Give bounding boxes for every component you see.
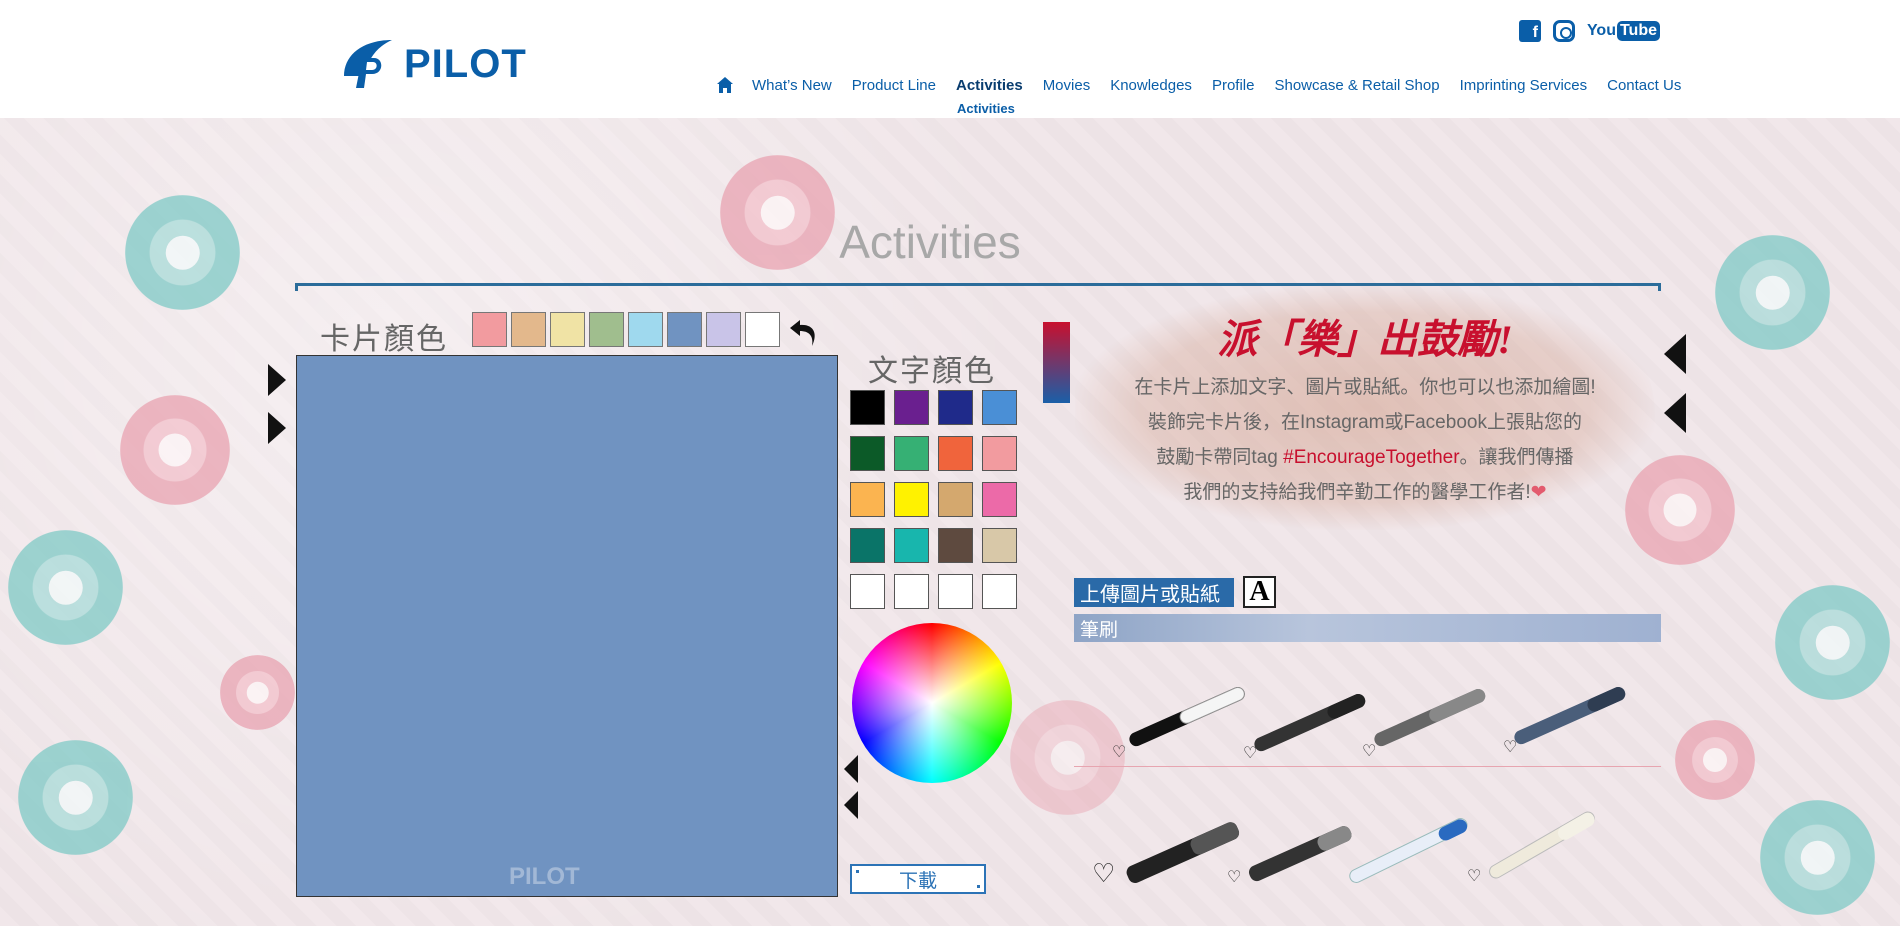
- text-color-swatch[interactable]: [938, 574, 973, 609]
- text-color-swatch[interactable]: [982, 528, 1017, 563]
- encourage-line-3: 鼓勵卡帶同tag #EncourageTogether。讓我們傳播: [1156, 447, 1574, 468]
- heart-icon: ♡: [1092, 858, 1116, 888]
- heart-icon: ♡: [1243, 745, 1258, 762]
- download-button[interactable]: 下載: [850, 864, 986, 894]
- nav-showcase-retail[interactable]: Showcase & Retail Shop: [1264, 77, 1449, 94]
- nav-contact[interactable]: Contact Us: [1597, 77, 1691, 94]
- home-icon[interactable]: [716, 76, 734, 94]
- text-color-swatch[interactable]: [894, 482, 929, 517]
- text-color-swatch[interactable]: [982, 436, 1017, 471]
- text-color-label: 文字顏色: [868, 355, 996, 388]
- text-color-swatch[interactable]: [894, 528, 929, 563]
- add-text-button[interactable]: A: [1243, 576, 1276, 608]
- main-nav: What’s New Product Line Activities Movie…: [716, 76, 1691, 94]
- upload-sticker-button[interactable]: 上傳圖片或貼紙: [1074, 578, 1234, 607]
- encourage-line-4: 我們的支持給我們辛勤工作的醫學工作者!❤: [1183, 482, 1547, 503]
- subnav-activities[interactable]: Activities: [957, 101, 1015, 116]
- card-color-swatch[interactable]: [745, 312, 780, 347]
- flower-decoration: [8, 530, 123, 645]
- card-color-label: 卡片顏色: [320, 323, 448, 356]
- pilot-logo[interactable]: PILOT: [338, 36, 527, 92]
- text-color-swatch[interactable]: [938, 436, 973, 471]
- flower-decoration: [220, 655, 295, 730]
- collapse-left-arrow[interactable]: [844, 755, 858, 783]
- text-color-swatch[interactable]: [850, 436, 885, 471]
- text-color-swatch[interactable]: [938, 482, 973, 517]
- card-canvas[interactable]: PILOT: [296, 355, 838, 897]
- text-color-swatch[interactable]: [982, 390, 1017, 425]
- canvas-watermark: PILOT: [509, 863, 580, 890]
- facebook-icon[interactable]: f: [1518, 20, 1541, 42]
- collapse-left-arrow[interactable]: [1664, 334, 1686, 374]
- heart-icon: ♡: [1503, 739, 1518, 756]
- collapse-left-arrow[interactable]: [844, 791, 858, 819]
- text-color-swatch[interactable]: [894, 574, 929, 609]
- nav-profile[interactable]: Profile: [1202, 77, 1265, 94]
- encourage-line-2: 裝飾完卡片後，在Instagram或Facebook上張貼您的: [1148, 412, 1582, 433]
- youtube-icon[interactable]: You Tube: [1587, 21, 1660, 41]
- nav-movies[interactable]: Movies: [1033, 77, 1101, 94]
- card-color-swatch[interactable]: [472, 312, 507, 347]
- card-color-swatch[interactable]: [511, 312, 546, 347]
- text-color-swatch[interactable]: [850, 482, 885, 517]
- card-color-swatch[interactable]: [706, 312, 741, 347]
- social-links: f You Tube: [1518, 20, 1660, 42]
- heart-icon: ❤: [1530, 482, 1547, 503]
- pilot-logo-icon: [344, 40, 392, 88]
- instagram-icon[interactable]: [1552, 20, 1575, 42]
- nav-knowledges[interactable]: Knowledges: [1100, 77, 1202, 94]
- flower-decoration: [1675, 720, 1755, 800]
- heart-icon: ♡: [1467, 868, 1482, 885]
- flower-decoration: [18, 740, 133, 855]
- expand-right-arrow[interactable]: [268, 412, 286, 444]
- pen-row-divider: [1074, 766, 1661, 767]
- text-color-swatch[interactable]: [894, 436, 929, 471]
- text-color-swatch[interactable]: [938, 528, 973, 563]
- brush-section-header: 筆刷: [1074, 614, 1661, 642]
- page-title: Activities: [839, 216, 1021, 268]
- heart-icon: ♡: [1362, 743, 1377, 760]
- gradient-bar: [1043, 322, 1070, 403]
- card-color-swatch[interactable]: [589, 312, 624, 347]
- encourage-line-1: 在卡片上添加文字、圖片或貼紙。你也可以也添加繪圖!: [1134, 377, 1596, 398]
- nav-product-line[interactable]: Product Line: [842, 77, 946, 94]
- text-color-swatches: [850, 390, 1017, 609]
- site-header: PILOT f You Tube What’s New Product Line …: [0, 0, 1900, 118]
- card-color-swatches: [472, 312, 780, 347]
- collapse-left-arrow[interactable]: [1664, 393, 1686, 433]
- encourage-panel: 派「樂」出鼓勵! 在卡片上添加文字、圖片或貼紙。你也可以也添加繪圖! 裝飾完卡片…: [1075, 285, 1655, 530]
- card-color-swatch[interactable]: [550, 312, 585, 347]
- flower-decoration: [1775, 585, 1890, 700]
- text-color-swatch[interactable]: [850, 528, 885, 563]
- text-color-swatch[interactable]: [938, 390, 973, 425]
- encourage-text: 在卡片上添加文字、圖片或貼紙。你也可以也添加繪圖! 裝飾完卡片後，在Instag…: [1075, 370, 1655, 510]
- text-color-swatch[interactable]: [982, 574, 1017, 609]
- flower-decoration: [1760, 800, 1875, 915]
- text-color-swatch[interactable]: [850, 390, 885, 425]
- undo-icon[interactable]: [786, 312, 822, 348]
- card-color-swatch[interactable]: [628, 312, 663, 347]
- flower-decoration: [1010, 700, 1125, 815]
- nav-activities[interactable]: Activities: [946, 77, 1033, 94]
- card-color-swatch[interactable]: [667, 312, 702, 347]
- heart-icon: ♡: [1112, 744, 1127, 761]
- flower-decoration: [120, 395, 230, 505]
- color-wheel[interactable]: [852, 623, 1012, 783]
- text-color-swatch[interactable]: [982, 482, 1017, 517]
- expand-right-arrow[interactable]: [268, 364, 286, 396]
- encourage-title: 派「樂」出鼓勵!: [1217, 317, 1513, 362]
- text-color-swatch[interactable]: [850, 574, 885, 609]
- text-color-swatch[interactable]: [894, 390, 929, 425]
- nav-imprinting[interactable]: Imprinting Services: [1450, 77, 1598, 94]
- heart-icon: ♡: [1227, 869, 1242, 886]
- logo-text: PILOT: [404, 41, 527, 86]
- nav-whats-new[interactable]: What’s New: [742, 77, 842, 94]
- hashtag: #EncourageTogether: [1283, 447, 1460, 468]
